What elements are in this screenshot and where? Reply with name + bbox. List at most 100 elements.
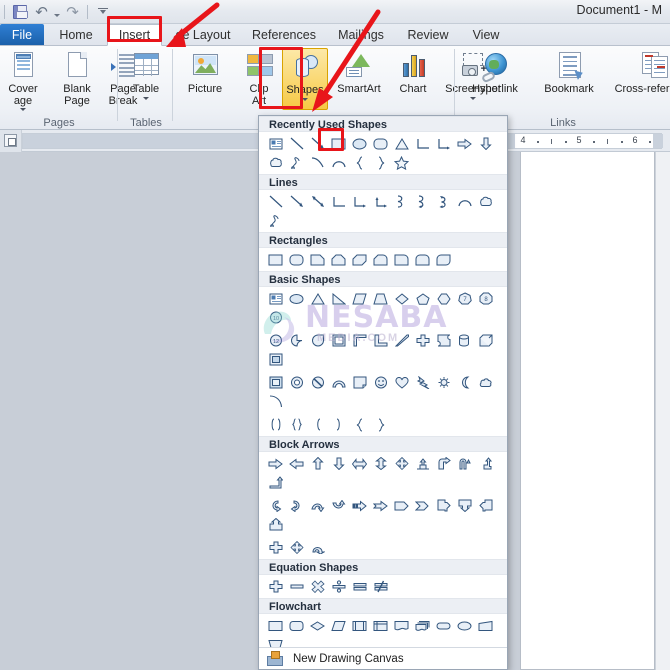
cover-page-button[interactable]: Cover age [0,48,54,111]
shape-bevel[interactable] [265,350,286,369]
redo-button[interactable]: ↷ [63,3,82,22]
shape-hexagon[interactable] [433,289,454,308]
cover-page-caret-icon[interactable] [20,108,26,111]
new-drawing-canvas-item[interactable]: New Drawing Canvas [259,647,507,669]
shape-flowchart-internal-storage[interactable] [370,616,391,635]
shape-four-way-arrow[interactable] [391,454,412,473]
shape-flowchart-process[interactable] [265,616,286,635]
shape-curved-arrow-connector[interactable] [412,192,433,211]
shape-5-point-star[interactable] [391,153,412,172]
shape-heptagon[interactable]: 7 [454,289,475,308]
shape-can[interactable] [454,331,475,350]
shape-isosceles-triangle[interactable] [307,289,328,308]
tab-view[interactable]: View [464,24,508,46]
shape-line-arrow[interactable] [307,134,328,153]
shape-no-symbol[interactable] [307,373,328,392]
shape-snip-same-side-corner-rectangle[interactable] [328,250,349,269]
shape-elbow-arrow-connector[interactable] [433,134,454,153]
shape-text-box[interactable] [265,134,286,153]
shape-left-arrow[interactable] [286,454,307,473]
shape-down-arrow[interactable] [475,134,496,153]
shape-bevel[interactable] [265,373,286,392]
shape-moon[interactable] [454,373,475,392]
shape-flowchart-decision[interactable] [307,616,328,635]
shape-quad-arrow-callout[interactable] [412,454,433,473]
shape-snip-diagonal-corner-rectangle[interactable] [349,250,370,269]
tab-references[interactable]: References [246,24,322,46]
bookmark-button[interactable]: Bookmark [532,48,606,96]
shape-dodecagon[interactable]: 12 [265,331,286,350]
shape-pentagon-arrow[interactable] [391,496,412,515]
shape-right-brace[interactable] [370,415,391,434]
shape-curved-left-arrow[interactable] [286,496,307,515]
shape-left-arrow-callout[interactable] [475,496,496,515]
shape-down-arrow-callout[interactable] [454,496,475,515]
undo-dropdown-icon[interactable] [54,13,60,17]
tab-page-layout[interactable]: ge Layout [167,24,239,46]
shape-cloud[interactable] [475,373,496,392]
shape-oval[interactable] [286,289,307,308]
shape-plaque[interactable] [433,331,454,350]
shape-elbow-connector[interactable] [328,192,349,211]
shapes-button[interactable]: Shapes [282,48,328,110]
shape-line-double-arrow[interactable] [307,192,328,211]
shape-half-frame[interactable] [349,331,370,350]
shape-line[interactable] [265,192,286,211]
shape-snip-single-corner-rectangle[interactable] [307,250,328,269]
shape-circular-arrow[interactable] [307,538,328,557]
shape-pentagon[interactable] [412,289,433,308]
hyperlink-button[interactable]: Hyperlink [458,48,532,96]
shape-up-down-arrow[interactable] [370,454,391,473]
shape-flowchart-data[interactable] [328,616,349,635]
shape-diamond[interactable] [391,289,412,308]
shape-curved-double-arrow-connector[interactable] [433,192,454,211]
tab-mailings[interactable]: Mailings [330,24,392,46]
shape-frame[interactable] [328,331,349,350]
shape-flowchart-multidocument[interactable] [412,616,433,635]
shape-round-diagonal-corner-rectangle[interactable] [433,250,454,269]
shape-oval[interactable] [349,134,370,153]
shape-notched-right-arrow[interactable] [370,496,391,515]
shape-cross[interactable] [412,331,433,350]
shape-smiley-face[interactable] [370,373,391,392]
shape-rounded-rectangle[interactable] [370,134,391,153]
shape-u-turn-arrow[interactable] [454,454,475,473]
shape-flowchart-alternate-process[interactable] [286,616,307,635]
shape-right-triangle[interactable] [328,289,349,308]
table-button[interactable]: Table [123,48,169,100]
tab-home[interactable]: Home [50,24,102,46]
document-page[interactable] [520,152,655,670]
shape-not-equal[interactable] [370,577,391,596]
shape-isosceles-triangle[interactable] [391,134,412,153]
shape-scribble[interactable] [286,153,307,172]
shape-down-arrow[interactable] [328,454,349,473]
shape-round-same-side-corner-rectangle[interactable] [412,250,433,269]
shape-double-brace[interactable] [286,415,307,434]
shapes-dropdown-menu[interactable]: Recently Used Shapes Lines Rectangles Ba… [258,115,508,670]
shape-striped-right-arrow[interactable] [349,496,370,515]
cross-reference-button[interactable]: Cross-reference [606,48,670,96]
shape-right-arrow[interactable] [454,134,475,153]
shape-cube[interactable] [475,331,496,350]
shape-curved-right-arrow[interactable] [265,496,286,515]
shape-donut[interactable] [286,373,307,392]
shape-elbow-arrow-connector[interactable] [349,192,370,211]
shape-curve[interactable] [307,153,328,172]
shape-pie[interactable] [286,331,307,350]
tab-insert[interactable]: Insert [107,24,162,46]
shape-line-arrow[interactable] [286,192,307,211]
shape-arc[interactable] [328,153,349,172]
shape-folded-corner[interactable] [349,373,370,392]
shape-rounded-rectangle[interactable] [286,250,307,269]
shape-round-single-corner-rectangle[interactable] [391,250,412,269]
blank-page-button[interactable]: Blank Page [54,48,100,107]
shape-flowchart-terminator[interactable] [433,616,454,635]
shape-cross-callout[interactable] [265,538,286,557]
shape-right-arrow[interactable] [265,454,286,473]
shape-freeform-cloud[interactable] [265,153,286,172]
shape-freeform[interactable] [475,192,496,211]
shape-multiply[interactable] [307,577,328,596]
shape-decagon[interactable]: 10 [265,308,286,327]
tab-review[interactable]: Review [400,24,456,46]
shape-rectangle[interactable] [328,134,349,153]
